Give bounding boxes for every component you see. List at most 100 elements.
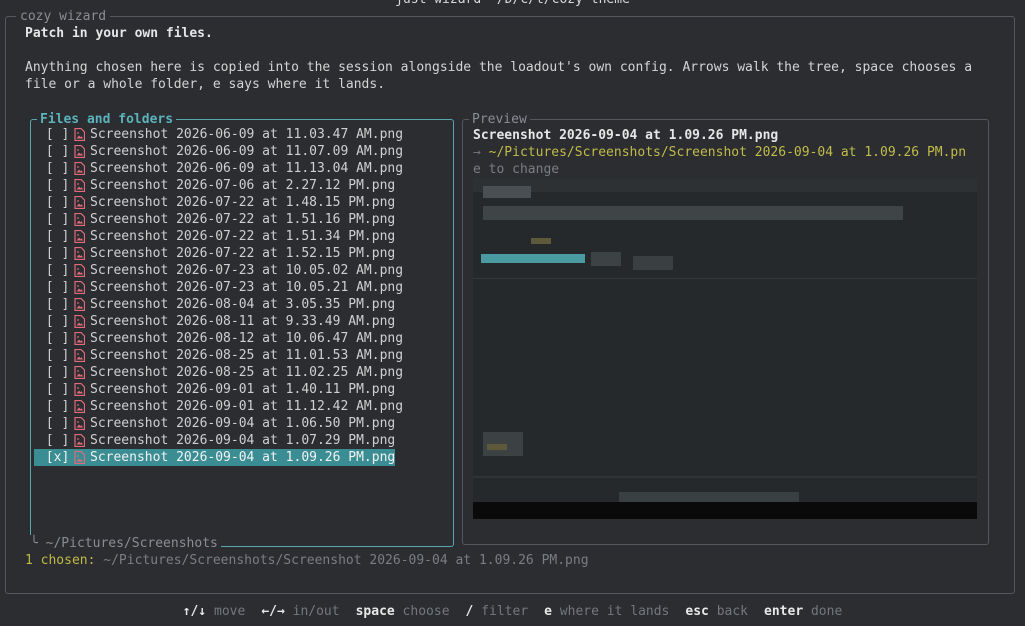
file-row[interactable]: [ ] Screenshot 2026-09-01 at 1.40.11 PM.p… <box>34 381 454 398</box>
current-directory: ╰ ~/Pictures/Screenshots <box>30 535 221 552</box>
wizard-legend: cozy wizard <box>16 8 111 25</box>
file-row[interactable]: [ ] Screenshot 2026-08-04 at 3.05.35 PM.p… <box>34 296 454 313</box>
file-name: Screenshot 2026-09-04 at 1.06.50 PM.png <box>90 416 396 431</box>
file-checkbox[interactable]: [ ] <box>34 432 74 449</box>
file-row[interactable]: [ ] Screenshot 2026-07-06 at 2.27.12 PM.p… <box>34 177 454 194</box>
file-row[interactable]: [ ] Screenshot 2026-09-04 at 1.06.50 PM.p… <box>34 415 454 432</box>
file-name: Screenshot 2026-09-01 at 1.40.11 PM.png <box>90 382 396 397</box>
file-checkbox[interactable]: [ ] <box>34 143 74 160</box>
image-file-icon <box>74 228 90 245</box>
preview-thumbnail <box>473 178 977 519</box>
file-name: Screenshot 2026-07-22 at 1.48.15 PM.png <box>90 195 396 210</box>
file-row[interactable]: [x] Screenshot 2026-09-04 at 1.09.26 PM.p… <box>34 449 454 466</box>
file-row[interactable]: [ ] Screenshot 2026-07-22 at 1.51.16 PM.p… <box>34 211 454 228</box>
file-row[interactable]: [ ] Screenshot 2026-06-09 at 11.03.47 AM.… <box>34 126 454 143</box>
file-checkbox[interactable]: [ ] <box>34 415 74 432</box>
file-name: Screenshot 2026-06-09 at 11.13.04 AM.png <box>90 161 404 176</box>
file-checkbox[interactable]: [ ] <box>34 296 74 313</box>
hint-key: ←/→ <box>261 604 285 619</box>
file-name: Screenshot 2026-06-09 at 11.03.47 AM.png <box>90 127 404 142</box>
file-name: Screenshot 2026-08-11 at 9.33.49 AM.png <box>90 314 396 329</box>
image-file-icon <box>74 126 90 143</box>
image-file-icon <box>74 262 90 279</box>
image-file-icon <box>74 364 90 381</box>
image-file-icon <box>74 313 90 330</box>
wizard-description-2: file or a whole folder, e says where it … <box>25 77 386 92</box>
file-checkbox[interactable]: [ ] <box>34 126 74 143</box>
file-checkbox[interactable]: [ ] <box>34 245 74 262</box>
hint-key: ↑/↓ <box>182 604 207 619</box>
file-name: Screenshot 2026-08-25 at 11.01.53 AM.png <box>90 348 404 363</box>
file-row[interactable]: [ ] Screenshot 2026-06-09 at 11.07.09 AM.… <box>34 143 454 160</box>
file-row[interactable]: [ ] Screenshot 2026-07-22 at 1.52.15 PM.p… <box>34 245 454 262</box>
destination-path: ~/Pictures/Screenshots/Screenshot 2026-0… <box>488 145 967 160</box>
hint-key: enter <box>764 604 804 619</box>
image-file-icon <box>74 415 90 432</box>
file-name: Screenshot 2026-07-22 at 1.51.34 PM.png <box>90 229 396 244</box>
file-row[interactable]: [ ] Screenshot 2026-07-23 at 10.05.21 AM.… <box>34 279 454 296</box>
file-row[interactable]: [ ] Screenshot 2026-06-09 at 11.13.04 AM.… <box>34 160 454 177</box>
file-row[interactable]: [ ] Screenshot 2026-08-25 at 11.01.53 AM.… <box>34 347 454 364</box>
chosen-path: ~/Pictures/Screenshots/Screenshot 2026-0… <box>103 553 589 568</box>
file-checkbox[interactable]: [ ] <box>34 228 74 245</box>
image-file-icon <box>74 381 90 398</box>
file-checkbox[interactable]: [ ] <box>34 279 74 296</box>
hint-description: filter <box>473 604 529 619</box>
file-name: Screenshot 2026-06-09 at 11.07.09 AM.png <box>90 144 404 159</box>
image-file-icon <box>74 347 90 364</box>
hint-description: move <box>206 604 246 619</box>
file-row[interactable]: [ ] Screenshot 2026-07-22 at 1.51.34 PM.p… <box>34 228 454 245</box>
file-checkbox[interactable]: [ ] <box>34 330 74 347</box>
preview-filename: Screenshot 2026-09-04 at 1.09.26 PM.png <box>473 128 779 143</box>
image-file-icon <box>74 398 90 415</box>
file-name: Screenshot 2026-08-12 at 10.06.47 AM.png <box>90 331 404 346</box>
file-checkbox[interactable]: [ ] <box>34 398 74 415</box>
wizard-heading: Patch in your own files. <box>25 26 213 41</box>
file-row[interactable]: [ ] Screenshot 2026-07-23 at 10.05.02 AM.… <box>34 262 454 279</box>
file-checkbox[interactable]: [ ] <box>34 364 74 381</box>
file-checkbox[interactable]: [x] <box>34 449 74 466</box>
change-hint: e to change <box>473 162 560 177</box>
image-file-icon <box>74 449 90 466</box>
file-name: Screenshot 2026-09-01 at 11.12.42 AM.png <box>90 399 404 414</box>
file-name: Screenshot 2026-08-04 at 3.05.35 PM.png <box>90 297 396 312</box>
file-row[interactable]: [ ] Screenshot 2026-08-25 at 11.02.25 AM.… <box>34 364 454 381</box>
file-checkbox[interactable]: [ ] <box>34 381 74 398</box>
file-row[interactable]: [ ] Screenshot 2026-07-22 at 1.48.15 PM.p… <box>34 194 454 211</box>
file-checkbox[interactable]: [ ] <box>34 262 74 279</box>
file-checkbox[interactable]: [ ] <box>34 313 74 330</box>
file-checkbox[interactable]: [ ] <box>34 347 74 364</box>
chosen-status: 1 chosen: ~/Pictures/Screenshots/Screens… <box>25 552 589 569</box>
arrow-right-icon: → <box>473 145 481 160</box>
file-name: Screenshot 2026-07-22 at 1.51.16 PM.png <box>90 212 396 227</box>
image-file-icon <box>74 279 90 296</box>
file-checkbox[interactable]: [ ] <box>34 211 74 228</box>
image-file-icon <box>74 194 90 211</box>
file-name: Screenshot 2026-07-22 at 1.52.15 PM.png <box>90 246 396 261</box>
preview-destination: → ~/Pictures/Screenshots/Screenshot 2026… <box>473 144 978 161</box>
hint-key: space <box>355 604 395 619</box>
hint-description: back <box>708 604 749 619</box>
file-row[interactable]: [ ] Screenshot 2026-09-04 at 1.07.29 PM.p… <box>34 432 454 449</box>
file-row[interactable]: [ ] Screenshot 2026-08-11 at 9.33.49 AM.p… <box>34 313 454 330</box>
file-name: Screenshot 2026-07-06 at 2.27.12 PM.png <box>90 178 396 193</box>
image-file-icon <box>74 143 90 160</box>
file-row[interactable]: [ ] Screenshot 2026-09-01 at 11.12.42 AM.… <box>34 398 454 415</box>
file-checkbox[interactable]: [ ] <box>34 177 74 194</box>
hint-description: in/out <box>284 604 340 619</box>
preview-panel-title: Preview <box>469 111 530 128</box>
file-list[interactable]: [ ] Screenshot 2026-06-09 at 11.03.47 AM.… <box>34 126 454 466</box>
file-name: Screenshot 2026-08-25 at 11.02.25 AM.png <box>90 365 404 380</box>
image-file-icon <box>74 330 90 347</box>
image-file-icon <box>74 296 90 313</box>
keybinding-footer: ↑/↓ move ←/→ in/out space choose / filter e … <box>0 603 1025 620</box>
image-file-icon <box>74 177 90 194</box>
file-checkbox[interactable]: [ ] <box>34 194 74 211</box>
hint-key: esc <box>685 604 709 619</box>
file-name: Screenshot 2026-07-23 at 10.05.21 AM.png <box>90 280 404 295</box>
hint-description: choose <box>394 604 450 619</box>
chosen-count: 1 chosen: <box>25 553 96 568</box>
wizard-description-1: Anything chosen here is copied into the … <box>25 60 973 75</box>
file-checkbox[interactable]: [ ] <box>34 160 74 177</box>
file-row[interactable]: [ ] Screenshot 2026-08-12 at 10.06.47 AM.… <box>34 330 454 347</box>
